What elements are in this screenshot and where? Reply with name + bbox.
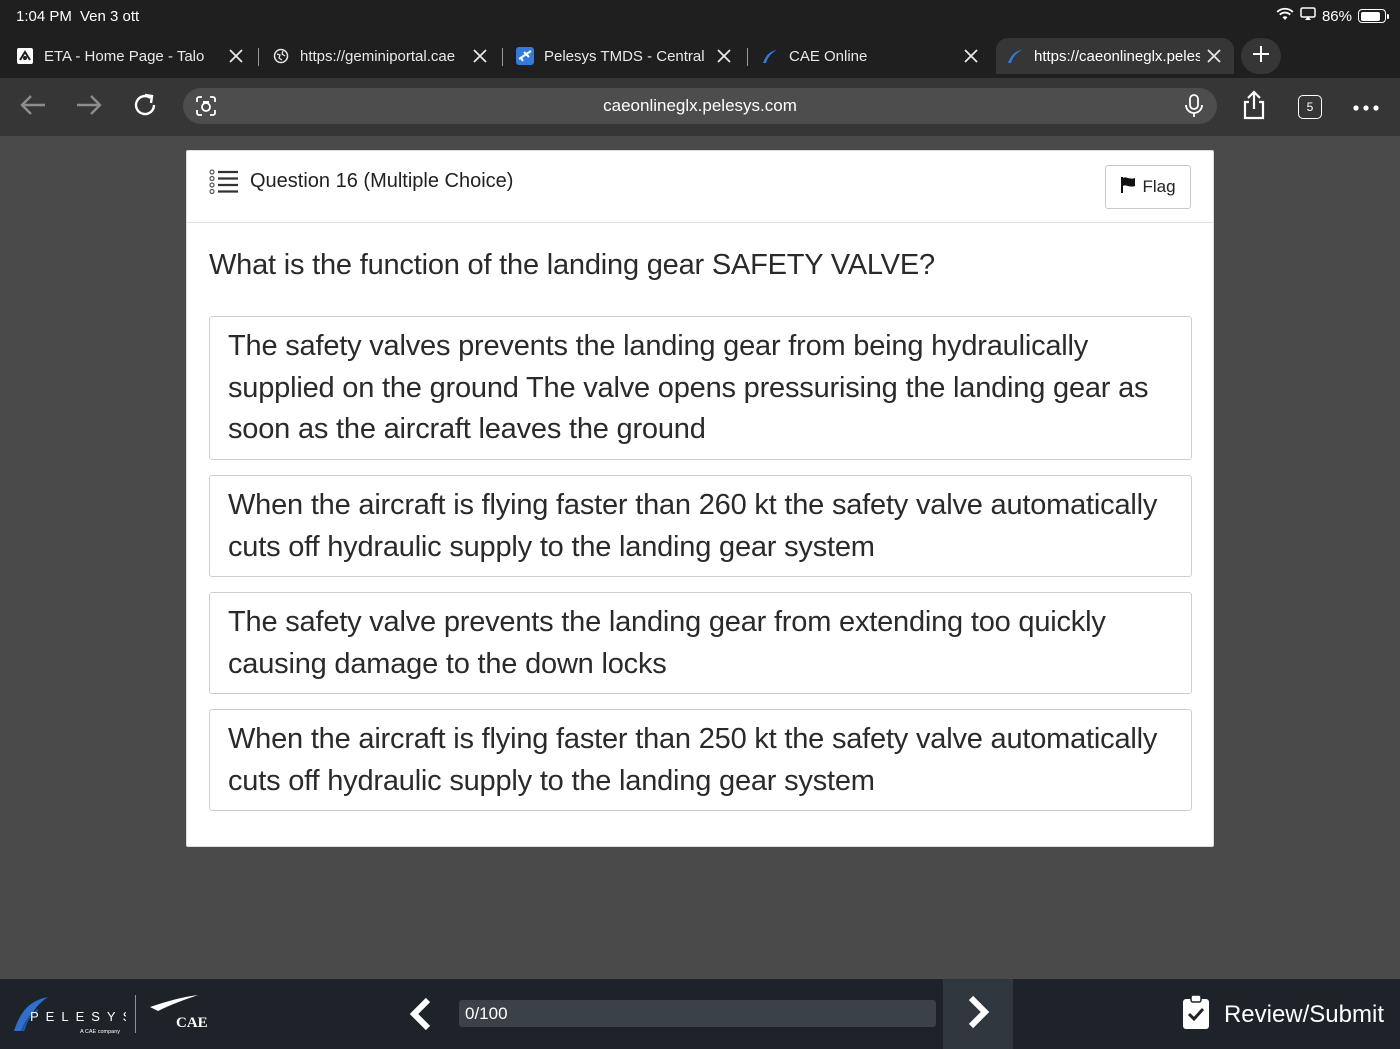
close-icon[interactable] — [226, 46, 246, 66]
plane-icon — [516, 47, 534, 65]
close-icon[interactable] — [1204, 46, 1224, 66]
tab-count: 5 — [1298, 95, 1322, 119]
question-list-icon[interactable] — [209, 169, 239, 195]
share-button[interactable] — [1239, 89, 1269, 125]
svg-text:CAE: CAE — [176, 1015, 208, 1029]
flag-icon — [1120, 176, 1136, 199]
tab-separator — [747, 48, 748, 66]
question-text: What is the function of the landing gear… — [209, 249, 935, 281]
status-bar: 1:04 PM Ven 3 ott 86% — [0, 0, 1400, 34]
arrow-left-icon — [19, 93, 47, 122]
progress-bar: 0/100 — [459, 1000, 936, 1027]
progress-label: 0/100 — [465, 1004, 508, 1023]
pelesys-icon — [761, 47, 779, 65]
close-icon[interactable] — [714, 46, 734, 66]
previous-question-button[interactable] — [404, 997, 438, 1031]
chevron-left-icon — [404, 997, 438, 1035]
new-tab-button[interactable] — [1241, 38, 1281, 74]
chevron-right-icon — [961, 995, 995, 1034]
tab-title: Pelesys TMDS - Central — [544, 47, 705, 65]
browser-tab-caeonlineglx[interactable]: https://caeonlineglx.pelesys — [996, 38, 1234, 74]
tab-title: CAE Online — [789, 47, 868, 65]
microphone-icon[interactable] — [1183, 94, 1205, 118]
flag-button[interactable]: Flag — [1105, 165, 1191, 209]
cae-logo: CAE — [148, 993, 212, 1031]
address-bar[interactable]: caeonlineglx.pelesys.com — [183, 88, 1217, 124]
tab-separator — [502, 48, 503, 66]
tab-separator — [258, 48, 259, 66]
forward-button[interactable] — [74, 92, 104, 122]
close-icon[interactable] — [961, 46, 981, 66]
arrow-right-icon — [75, 93, 103, 122]
eta-icon — [16, 47, 34, 65]
more-menu-button[interactable] — [1351, 92, 1381, 122]
tab-bar: ETA - Home Page - Talon https://geminipo… — [0, 34, 1400, 78]
close-icon[interactable] — [470, 46, 490, 66]
browser-tab-pelesys-tmds[interactable]: Pelesys TMDS - Central — [516, 38, 744, 74]
svg-text:PELESYS: PELESYS — [30, 1009, 126, 1024]
pelesys-icon — [1006, 47, 1024, 65]
reload-icon — [132, 92, 158, 123]
svg-text:A CAE company: A CAE company — [80, 1029, 120, 1035]
clipboard-check-icon — [1182, 993, 1210, 1037]
question-header: Question 16 (Multiple Choice) Flag — [187, 151, 1213, 223]
more-icon — [1353, 98, 1379, 116]
globe-icon — [272, 47, 290, 65]
review-submit-button[interactable]: Review/Submit — [1182, 993, 1384, 1037]
tab-title: https://caeonlineglx.pelesys — [1034, 47, 1200, 65]
answer-option-3[interactable]: The safety valve prevents the landing ge… — [209, 592, 1192, 694]
share-icon — [1242, 89, 1266, 125]
wifi-icon — [1276, 7, 1294, 25]
browser-toolbar: caeonlineglx.pelesys.com 5 — [0, 78, 1400, 136]
answer-option-1[interactable]: The safety valves prevents the landing g… — [209, 316, 1192, 460]
status-indicators: 86% — [1276, 7, 1389, 25]
next-question-button[interactable] — [943, 979, 1013, 1049]
browser-tab-eta[interactable]: ETA - Home Page - Talon — [16, 38, 256, 74]
exam-footer: PELESYS A CAE company CAE 0/100 Review/S… — [0, 979, 1400, 1049]
review-submit-label: Review/Submit — [1223, 1001, 1384, 1028]
logo-divider — [135, 995, 136, 1033]
flag-label: Flag — [1142, 177, 1176, 196]
tab-title: ETA - Home Page - Talon — [44, 47, 204, 65]
status-date: Ven 3 ott — [80, 8, 140, 25]
answer-option-4[interactable]: When the aircraft is flying faster than … — [209, 709, 1192, 811]
question-card: Question 16 (Multiple Choice) Flag What … — [186, 150, 1214, 847]
answer-option-2[interactable]: When the aircraft is flying faster than … — [209, 475, 1192, 577]
reload-button[interactable] — [130, 92, 160, 122]
tab-switcher-button[interactable]: 5 — [1295, 92, 1325, 122]
browser-tab-cae-online[interactable]: CAE Online — [761, 38, 991, 74]
back-button[interactable] — [18, 92, 48, 122]
battery-icon — [1358, 9, 1389, 23]
battery-percent: 86% — [1321, 7, 1352, 25]
status-time: 1:04 PM — [16, 8, 72, 25]
question-number-title: Question 16 (Multiple Choice) — [250, 170, 514, 192]
tab-title: https://geminiportal.cae — [300, 47, 456, 65]
pelesys-logo: PELESYS A CAE company — [14, 995, 131, 1035]
browser-tab-geminiportal[interactable]: https://geminiportal.cae — [272, 38, 500, 74]
url-text: caeonlineglx.pelesys.com — [603, 96, 797, 115]
plus-icon — [1252, 45, 1270, 67]
screen-mirror-icon — [1300, 7, 1316, 25]
